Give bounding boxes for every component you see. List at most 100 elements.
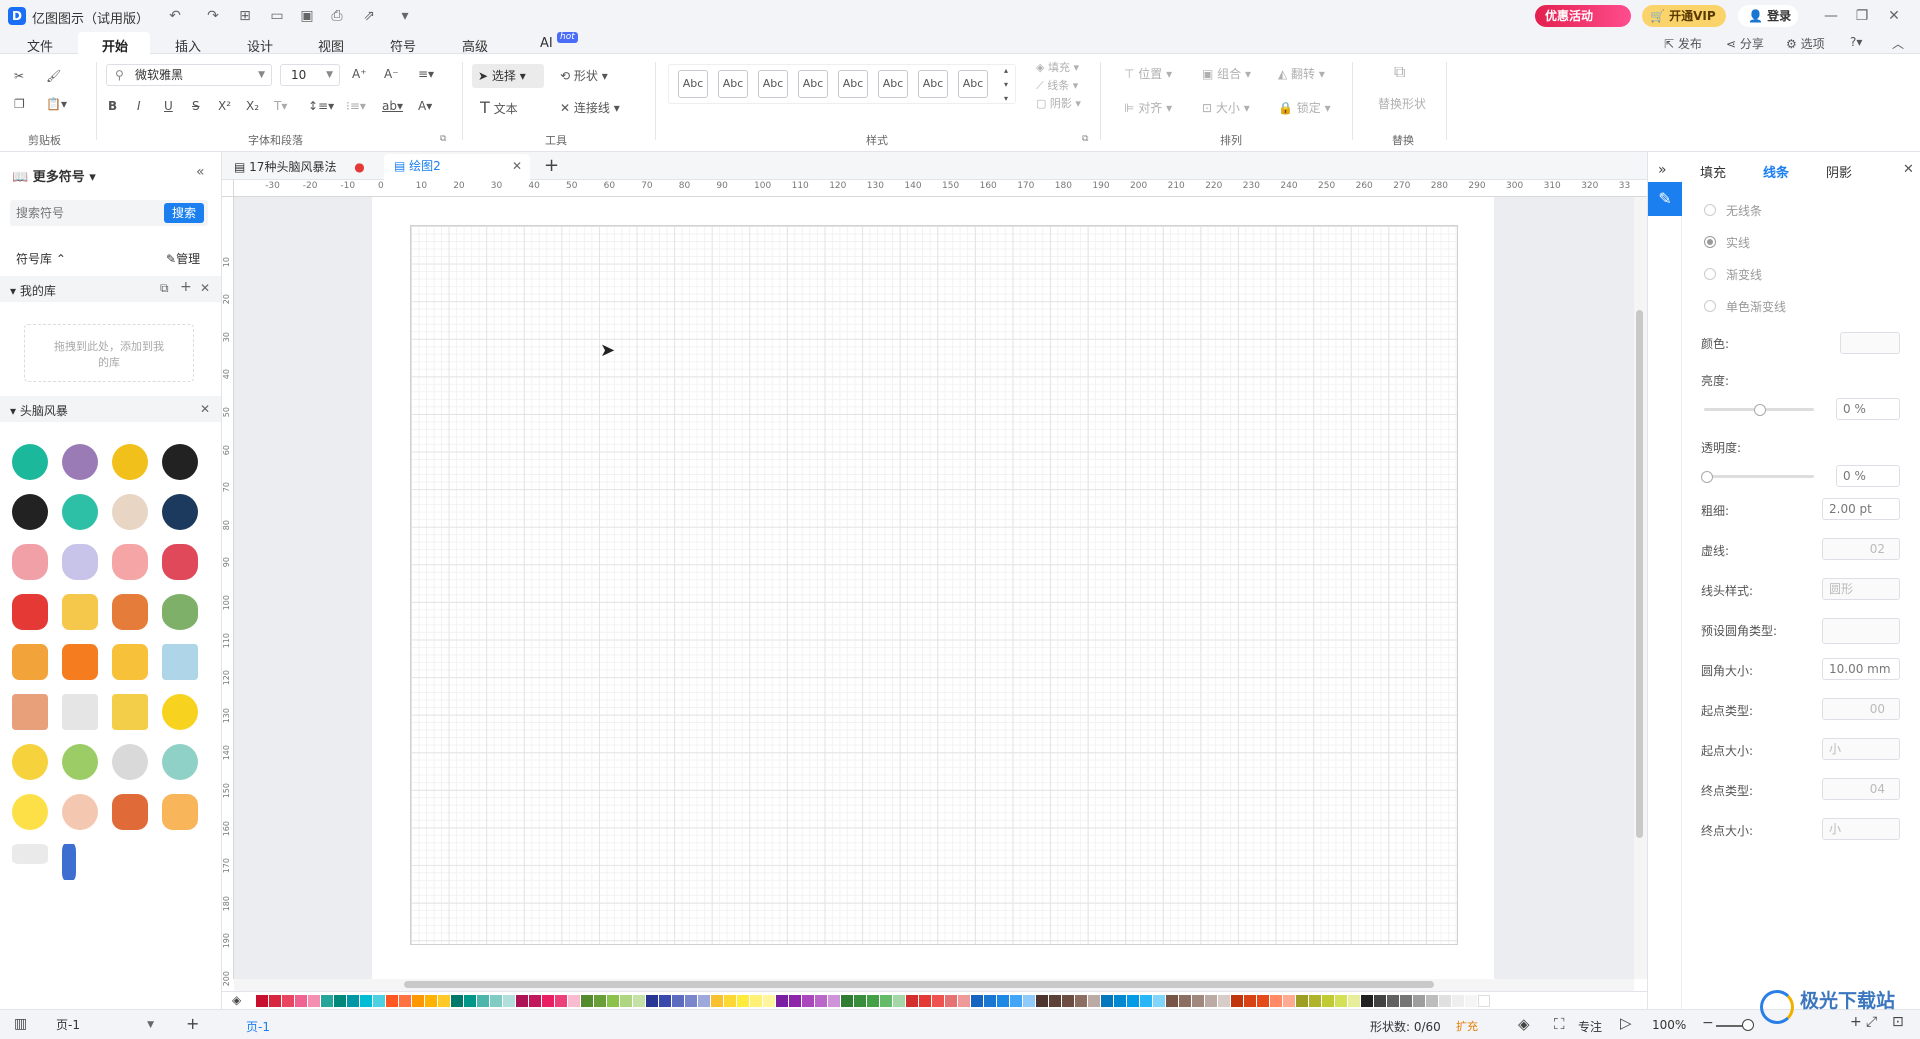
end-type-select[interactable]: 04 <box>1822 778 1900 800</box>
lock-button[interactable]: 🔒 锁定 ▾ <box>1278 98 1331 118</box>
color-swatch[interactable] <box>1036 995 1048 1007</box>
color-swatch[interactable] <box>620 995 632 1007</box>
start-size-select[interactable]: 小 <box>1822 738 1900 760</box>
login-button[interactable]: 👤 登录 <box>1738 5 1798 27</box>
bulb-icon[interactable] <box>162 694 198 730</box>
magic-wand-icon[interactable] <box>62 594 98 630</box>
help-icon[interactable]: ?▾ <box>1850 35 1862 49</box>
color-swatch[interactable] <box>1114 995 1126 1007</box>
color-swatch[interactable] <box>958 995 970 1007</box>
color-swatch[interactable] <box>893 995 905 1007</box>
fill-button[interactable]: ◈ 填充 ▾ <box>1036 58 1079 78</box>
align-icon[interactable]: ≡▾ <box>418 64 434 84</box>
color-swatch[interactable] <box>1309 995 1321 1007</box>
brain-network-icon[interactable] <box>162 544 198 580</box>
color-swatch[interactable] <box>1257 995 1269 1007</box>
color-swatch[interactable] <box>503 995 515 1007</box>
color-swatch[interactable] <box>308 995 320 1007</box>
collapse-ribbon-icon[interactable]: ︿ <box>1892 35 1904 52</box>
magnifier-icon[interactable] <box>112 794 148 830</box>
head-brain-icon[interactable] <box>62 444 98 480</box>
color-swatch[interactable] <box>1205 995 1217 1007</box>
color-swatch[interactable] <box>1478 995 1490 1007</box>
color-swatch[interactable] <box>737 995 749 1007</box>
color-swatch[interactable] <box>1101 995 1113 1007</box>
color-swatch[interactable] <box>1283 995 1295 1007</box>
add-page-icon[interactable]: + <box>186 1014 199 1033</box>
color-swatch[interactable] <box>919 995 931 1007</box>
style-swatch[interactable]: Abc <box>678 70 708 98</box>
underline-icon[interactable]: U <box>164 96 173 116</box>
connector-tool-button[interactable]: ✕ 连接线 ▾ <box>560 98 620 118</box>
flip-button[interactable]: ◭ 翻转 ▾ <box>1278 64 1325 84</box>
style-swatch[interactable]: Abc <box>718 70 748 98</box>
color-swatch[interactable] <box>997 995 1009 1007</box>
color-swatch[interactable] <box>1088 995 1100 1007</box>
expand-panel-icon[interactable]: » <box>1658 162 1667 178</box>
team-icon[interactable] <box>112 594 148 630</box>
gears-icon[interactable] <box>12 594 48 630</box>
color-swatch[interactable] <box>373 995 385 1007</box>
color-swatch[interactable] <box>1465 995 1477 1007</box>
start-type-select[interactable]: 00 <box>1822 698 1900 720</box>
expand-link[interactable]: 扩充 <box>1456 1018 1478 1034</box>
line-spacing-icon[interactable]: ↕≡▾ <box>308 96 334 116</box>
redo-icon[interactable]: ↷ <box>204 7 222 25</box>
grow-font-icon[interactable]: A⁺ <box>352 64 367 84</box>
group-button[interactable]: ▣ 组合 ▾ <box>1202 64 1251 84</box>
drop-zone[interactable]: 拖拽到此处，添加到我的库 <box>24 324 194 382</box>
corner-type-select[interactable] <box>1822 618 1900 644</box>
color-swatch[interactable] <box>1361 995 1373 1007</box>
menu-symbol[interactable]: 符号 <box>390 36 416 55</box>
corner-size-input[interactable]: 10.00 mm <box>1822 658 1900 680</box>
burst-icon[interactable] <box>112 644 148 680</box>
color-swatch[interactable] <box>867 995 879 1007</box>
color-swatch[interactable] <box>542 995 554 1007</box>
color-swatch[interactable] <box>880 995 892 1007</box>
color-swatch[interactable] <box>256 995 268 1007</box>
bold-icon[interactable]: B <box>108 96 117 116</box>
color-swatch[interactable] <box>568 995 580 1007</box>
cap-style-select[interactable]: 圆形 <box>1822 578 1900 600</box>
color-swatch[interactable] <box>1062 995 1074 1007</box>
color-swatch[interactable] <box>282 995 294 1007</box>
font-size-select[interactable]: 10 ▼ <box>280 64 340 86</box>
color-swatch[interactable] <box>1387 995 1399 1007</box>
gallery-scroll-icon[interactable]: ▴ ▾ ▾ <box>1004 64 1008 106</box>
color-swatch[interactable] <box>347 995 359 1007</box>
color-swatch[interactable] <box>1023 995 1035 1007</box>
color-swatch[interactable] <box>1374 995 1386 1007</box>
bulb-yellow-icon[interactable] <box>12 794 48 830</box>
cut-icon[interactable]: ✂ <box>14 66 24 86</box>
idea-spark-icon[interactable] <box>162 794 198 830</box>
color-swatch[interactable] <box>971 995 983 1007</box>
canvas-grid[interactable] <box>410 225 1458 945</box>
transparency-input[interactable]: 0 % <box>1836 465 1900 487</box>
menu-design[interactable]: 设计 <box>247 36 273 55</box>
color-picker[interactable] <box>1840 332 1900 354</box>
color-swatch[interactable] <box>789 995 801 1007</box>
color-swatch[interactable] <box>594 995 606 1007</box>
brightness-input[interactable]: 0 % <box>1836 398 1900 420</box>
font-dialog-icon[interactable]: ⧉ <box>440 134 446 144</box>
head-dark-icon[interactable] <box>162 444 198 480</box>
page-tab[interactable]: 页-1 <box>246 1018 270 1035</box>
bulb-gear-icon[interactable] <box>62 744 98 780</box>
color-swatch[interactable] <box>1335 995 1347 1007</box>
bulb-glow-icon[interactable] <box>12 744 48 780</box>
symbol-search-button[interactable]: 搜索 <box>164 203 204 223</box>
paste-icon[interactable]: 📋▾ <box>46 94 67 114</box>
style-swatch[interactable]: Abc <box>798 70 828 98</box>
vertical-scroll-thumb[interactable] <box>1636 310 1643 838</box>
promo-button[interactable]: 优惠活动 <box>1535 5 1631 27</box>
shrink-font-icon[interactable]: A⁻ <box>384 64 399 84</box>
radio-solid-line[interactable] <box>1704 236 1716 248</box>
head-bulb-icon[interactable] <box>12 444 48 480</box>
color-swatch[interactable] <box>464 995 476 1007</box>
styles-dialog-icon[interactable]: ⧉ <box>1082 134 1088 144</box>
replace-shape-button[interactable]: 替换形状 <box>1378 94 1426 114</box>
note-pencil-icon[interactable] <box>62 694 98 730</box>
end-size-select[interactable]: 小 <box>1822 818 1900 840</box>
options-button[interactable]: ⚙ 选项 <box>1786 35 1825 52</box>
horizontal-scroll-thumb[interactable] <box>404 981 1434 988</box>
